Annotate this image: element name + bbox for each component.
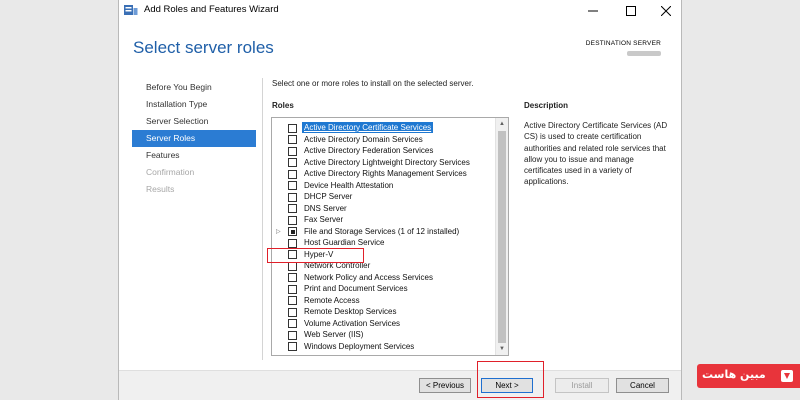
role-checkbox[interactable] (288, 192, 297, 202)
role-row[interactable]: Active Directory Lightweight Directory S… (272, 157, 496, 169)
page-title: Select server roles (133, 38, 274, 57)
role-checkbox[interactable] (288, 284, 297, 294)
next-button-highlight-box (477, 361, 544, 398)
maximize-icon[interactable] (616, 2, 646, 20)
roles-list: Active Directory Certificate Services Act… (272, 122, 496, 352)
role-row[interactable]: Network Policy and Access Services (272, 272, 496, 284)
role-label[interactable]: Active Directory Certificate Services (302, 122, 434, 133)
close-icon[interactable] (651, 2, 681, 20)
role-checkbox[interactable] (288, 342, 297, 351)
hyper-v-highlight-box (267, 248, 364, 263)
role-label[interactable]: Device Health Attestation (302, 180, 395, 191)
role-label[interactable]: Fax Server (302, 214, 345, 225)
expand-arrow-icon[interactable]: ▷ (276, 228, 281, 235)
role-checkbox[interactable] (288, 158, 297, 167)
role-row[interactable]: DNS Server (272, 203, 496, 215)
role-label[interactable]: Host Guardian Service (302, 237, 386, 248)
role-checkbox[interactable] (288, 135, 297, 144)
role-label[interactable]: Windows Deployment Services (302, 341, 416, 352)
scroll-up-arrow-icon[interactable]: ▲ (496, 118, 508, 130)
install-button: Install (555, 378, 609, 393)
roles-heading: Roles (272, 101, 294, 110)
screenshot-stage: Add Roles and Features Wizard Select ser… (0, 0, 800, 400)
wizard-nav: Before You Begin Installation Type Serve… (132, 79, 256, 198)
role-label[interactable]: Active Directory Federation Services (302, 145, 435, 156)
cancel-button[interactable]: Cancel (616, 378, 669, 393)
role-label[interactable]: File and Storage Services (1 of 12 insta… (302, 226, 461, 237)
role-row[interactable]: Active Directory Certificate Services (272, 122, 496, 134)
nav-item-results: Results (146, 184, 175, 194)
role-row[interactable]: Active Directory Domain Services (272, 134, 496, 146)
server-manager-icon (124, 5, 138, 15)
role-checkbox[interactable] (288, 296, 297, 305)
role-label[interactable]: DNS Server (302, 203, 349, 214)
nav-item-before-you-begin[interactable]: Before You Begin (132, 79, 256, 96)
nav-item-server-roles[interactable]: Server Roles (132, 130, 256, 147)
role-row[interactable]: Print and Document Services (272, 283, 496, 295)
role-row[interactable]: Volume Activation Services (272, 318, 496, 330)
role-row[interactable]: Remote Access (272, 295, 496, 307)
role-label[interactable]: Remote Desktop Services (302, 306, 398, 317)
brand-logo-text: مبین هاست (702, 368, 766, 381)
description-heading: Description (524, 101, 569, 110)
minimize-icon[interactable] (578, 2, 608, 20)
nav-item-confirmation: Confirmation (146, 167, 195, 177)
scroll-thumb[interactable] (498, 131, 506, 343)
previous-button[interactable]: < Previous (419, 378, 471, 393)
role-label[interactable]: Web Server (IIS) (302, 329, 365, 340)
role-label[interactable]: Volume Activation Services (302, 318, 402, 329)
role-checkbox[interactable] (288, 215, 297, 225)
role-checkbox[interactable] (288, 146, 297, 156)
role-label[interactable]: Active Directory Domain Services (302, 134, 425, 145)
role-row[interactable]: Windows Deployment Services (272, 341, 496, 353)
window-title: Add Roles and Features Wizard (144, 4, 279, 15)
role-checkbox[interactable] (288, 181, 297, 190)
role-checkbox[interactable] (288, 169, 297, 179)
role-label[interactable]: Active Directory Lightweight Directory S… (302, 157, 472, 168)
role-checkbox[interactable] (288, 123, 297, 133)
destination-server-label: DESTINATION SERVER (585, 40, 661, 47)
role-row[interactable]: Active Directory Federation Services (272, 145, 496, 157)
role-label[interactable]: Active Directory Rights Management Servi… (302, 168, 469, 179)
nav-item-installation-type[interactable]: Installation Type (132, 96, 256, 113)
role-row[interactable]: Host Guardian Service (272, 237, 496, 249)
role-row[interactable]: Active Directory Rights Management Servi… (272, 168, 496, 180)
role-checkbox[interactable] (288, 238, 297, 248)
role-row[interactable]: ▷ File and Storage Services (1 of 12 inst… (272, 226, 496, 238)
role-row[interactable]: Web Server (IIS) (272, 329, 496, 341)
scroll-down-arrow-icon[interactable]: ▼ (496, 343, 508, 355)
role-label[interactable]: Remote Access (302, 295, 362, 306)
roles-list-box: Active Directory Certificate Services Act… (271, 117, 509, 356)
role-label[interactable]: DHCP Server (302, 191, 354, 202)
role-checkbox[interactable] (288, 330, 297, 340)
destination-server-name-blurred (627, 51, 661, 56)
role-checkbox[interactable] (288, 319, 297, 328)
title-bar[interactable]: Add Roles and Features Wizard (119, 0, 681, 22)
nav-item-server-selection[interactable]: Server Selection (132, 113, 256, 130)
role-checkbox[interactable] (288, 227, 297, 236)
role-label[interactable]: Network Policy and Access Services (302, 272, 435, 283)
role-label[interactable]: Print and Document Services (302, 283, 410, 294)
role-row[interactable]: Device Health Attestation (272, 180, 496, 192)
role-checkbox[interactable] (288, 273, 297, 282)
wizard-window: Add Roles and Features Wizard Select ser… (118, 0, 682, 400)
role-checkbox[interactable] (288, 204, 297, 213)
description-text: Active Directory Certificate Services (A… (524, 121, 668, 187)
role-row[interactable]: Remote Desktop Services (272, 306, 496, 318)
roles-scrollbar[interactable]: ▲ ▼ (495, 118, 508, 355)
role-row[interactable]: Fax Server (272, 214, 496, 226)
role-row[interactable]: DHCP Server (272, 191, 496, 203)
nav-item-features[interactable]: Features (132, 147, 256, 164)
instruction-text: Select one or more roles to install on t… (272, 79, 474, 88)
brand-logo-icon (781, 370, 793, 382)
nav-divider (262, 78, 263, 360)
role-checkbox[interactable] (288, 307, 297, 317)
